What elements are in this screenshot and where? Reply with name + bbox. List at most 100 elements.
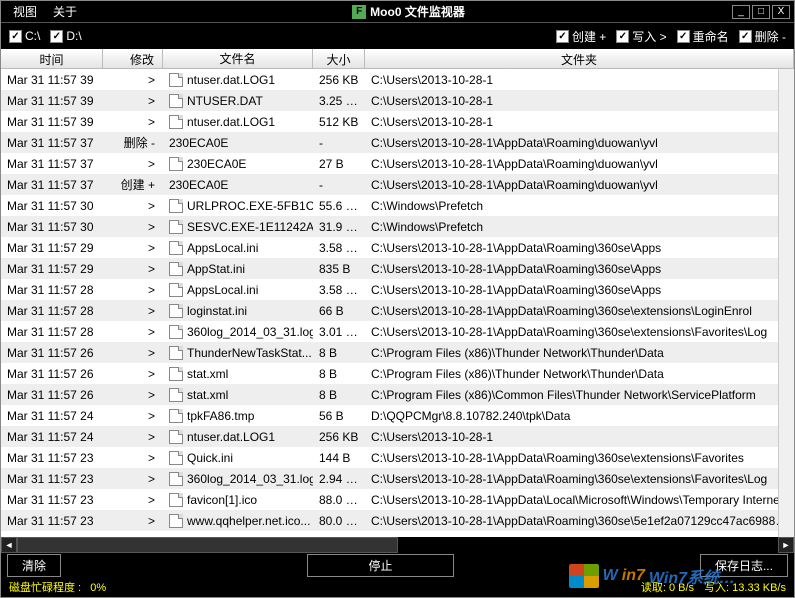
cell-size: 144 B — [313, 449, 365, 467]
file-name: favicon[1].ico — [187, 493, 257, 507]
table-row[interactable]: Mar 31 11:57 26>ThunderNewTaskStat...8 B… — [1, 342, 794, 363]
filter-label: 删除 - — [755, 28, 786, 45]
cell-size: 55.6 KB — [313, 197, 365, 215]
cell-time: Mar 31 11:57 28 — [1, 302, 103, 320]
table-row[interactable]: Mar 31 11:57 39>ntuser.dat.LOG1256 KBC:\… — [1, 69, 794, 90]
file-name: 230ECA0E — [187, 157, 246, 171]
table-row[interactable]: Mar 31 11:57 28>loginstat.ini66 BC:\User… — [1, 300, 794, 321]
table-row[interactable]: Mar 31 11:57 24>ntuser.dat.LOG1256 KBC:\… — [1, 426, 794, 447]
file-icon — [169, 115, 183, 129]
file-name: NTUSER.DAT — [187, 94, 263, 108]
hscroll-track[interactable] — [17, 537, 778, 553]
cell-file: 230ECA0E — [163, 176, 313, 194]
filter-checkbox[interactable]: ✓删除 - — [739, 28, 786, 45]
horizontal-scrollbar[interactable]: ◄ ► — [1, 537, 794, 553]
stop-button[interactable]: 停止 — [307, 554, 453, 577]
cell-folder: C:\Users\2013-10-28-1\AppData\Roaming\36… — [365, 323, 794, 341]
table-row[interactable]: Mar 31 11:57 28>AppsLocal.ini3.58 KBC:\U… — [1, 279, 794, 300]
table-row[interactable]: Mar 31 11:57 37>230ECA0E27 BC:\Users\201… — [1, 153, 794, 174]
cell-mod: > — [103, 512, 163, 530]
cell-file: www.qqhelper.net.ico... — [163, 512, 313, 530]
file-icon — [169, 472, 183, 486]
cell-time: Mar 31 11:57 37 — [1, 134, 103, 152]
cell-time: Mar 31 11:57 23 — [1, 512, 103, 530]
file-icon — [169, 157, 183, 171]
bottom-bar: 清除 停止 保存日志... — [1, 553, 794, 577]
table-row[interactable]: Mar 31 11:57 23>Quick.ini144 BC:\Users\2… — [1, 447, 794, 468]
clear-button[interactable]: 清除 — [7, 554, 61, 577]
table-row[interactable]: Mar 31 11:57 23>www.qqhelper.net.ico...8… — [1, 510, 794, 531]
col-file[interactable]: 文件名 — [163, 49, 313, 68]
filter-label: 重命名 — [693, 28, 729, 45]
drive-checkbox-D[interactable]: ✓D:\ — [50, 29, 81, 43]
window-title: F Moo0 文件监视器 — [85, 3, 732, 20]
table-row[interactable]: Mar 31 11:57 39>ntuser.dat.LOG1512 KBC:\… — [1, 111, 794, 132]
cell-file: ntuser.dat.LOG1 — [163, 113, 313, 131]
drive-checkbox-C[interactable]: ✓C:\ — [9, 29, 40, 43]
col-folder[interactable]: 文件夹 — [365, 49, 794, 68]
table-row[interactable]: Mar 31 11:57 26>stat.xml8 BC:\Program Fi… — [1, 363, 794, 384]
status-bar: 磁盘忙碌程度 : 0% 读取: 0 B/s 写入: 13.33 KB/s — [1, 577, 794, 597]
io-stats: 读取: 0 B/s 写入: 13.33 KB/s — [641, 579, 786, 595]
table-header: 时间 修改 文件名 大小 文件夹 — [1, 49, 794, 69]
file-name: AppStat.ini — [187, 262, 245, 276]
file-name: 360log_2014_03_31.log — [187, 325, 313, 339]
col-mod[interactable]: 修改 — [103, 49, 163, 68]
cell-file: ntuser.dat.LOG1 — [163, 428, 313, 446]
file-name: 230ECA0E — [169, 136, 228, 150]
filter-checkbox[interactable]: ✓写入 > — [616, 28, 666, 45]
hscroll-right[interactable]: ► — [778, 537, 794, 553]
close-button[interactable]: X — [772, 5, 790, 19]
hscroll-thumb[interactable] — [17, 537, 398, 553]
vertical-scrollbar[interactable] — [778, 69, 794, 537]
filter-checkbox[interactable]: ✓重命名 — [677, 28, 729, 45]
menu-about[interactable]: 关于 — [45, 1, 85, 22]
cell-mod: > — [103, 428, 163, 446]
cell-size: 3.01 KB — [313, 323, 365, 341]
drive-label: C:\ — [25, 29, 40, 43]
cell-file: tpkFA86.tmp — [163, 407, 313, 425]
minimize-button[interactable]: _ — [732, 5, 750, 19]
filter-label: 写入 > — [632, 28, 666, 45]
cell-mod: > — [103, 113, 163, 131]
table-row[interactable]: Mar 31 11:57 26>stat.xml8 BC:\Program Fi… — [1, 384, 794, 405]
table-row[interactable]: Mar 31 11:57 37创建 +230ECA0E-C:\Users\201… — [1, 174, 794, 195]
col-size[interactable]: 大小 — [313, 49, 365, 68]
save-log-button[interactable]: 保存日志... — [700, 554, 788, 577]
file-name: ntuser.dat.LOG1 — [187, 115, 275, 129]
col-time[interactable]: 时间 — [1, 49, 103, 68]
titlebar[interactable]: 视图 关于 F Moo0 文件监视器 _ □ X — [1, 1, 794, 23]
cell-file: favicon[1].ico — [163, 491, 313, 509]
table-row[interactable]: Mar 31 11:57 28>360log_2014_03_31.log3.0… — [1, 321, 794, 342]
table-row[interactable]: Mar 31 11:57 23>favicon[1].ico88.0 KBC:\… — [1, 489, 794, 510]
table-row[interactable]: Mar 31 11:57 24>tpkFA86.tmp56 BD:\QQPCMg… — [1, 405, 794, 426]
window-controls: _ □ X — [732, 5, 790, 19]
cell-mod: > — [103, 491, 163, 509]
cell-folder: C:\Users\2013-10-28-1 — [365, 71, 794, 89]
title-text: Moo0 文件监视器 — [370, 3, 465, 20]
file-icon — [169, 283, 183, 297]
cell-time: Mar 31 11:57 39 — [1, 113, 103, 131]
maximize-button[interactable]: □ — [752, 5, 770, 19]
filter-checkbox[interactable]: ✓创建 + — [556, 28, 606, 45]
table-row[interactable]: Mar 31 11:57 30>URLPROC.EXE-5FB1CB...55.… — [1, 195, 794, 216]
menu-view[interactable]: 视图 — [5, 1, 45, 22]
disk-busy-label: 磁盘忙碌程度 : 0% — [9, 579, 106, 595]
table-row[interactable]: Mar 31 11:57 29>AppsLocal.ini3.58 KBC:\U… — [1, 237, 794, 258]
cell-folder: C:\Program Files (x86)\Common Files\Thun… — [365, 386, 794, 404]
cell-size: 66 B — [313, 302, 365, 320]
table-row[interactable]: Mar 31 11:57 37删除 -230ECA0E-C:\Users\201… — [1, 132, 794, 153]
main-window: 视图 关于 F Moo0 文件监视器 _ □ X ✓C:\ ✓D:\ ✓创建 + ✓… — [0, 0, 795, 598]
table-row[interactable]: Mar 31 11:57 30>SESVC.EXE-1E11242A.pf31.… — [1, 216, 794, 237]
hscroll-left[interactable]: ◄ — [1, 537, 17, 553]
cell-folder: C:\Program Files (x86)\Thunder Network\T… — [365, 365, 794, 383]
cell-size: - — [313, 176, 365, 194]
cell-file: AppStat.ini — [163, 260, 313, 278]
app-icon: F — [352, 5, 366, 19]
table-row[interactable]: Mar 31 11:57 39>NTUSER.DAT3.25 MBC:\User… — [1, 90, 794, 111]
table-body: Mar 31 11:57 39>ntuser.dat.LOG1256 KBC:\… — [1, 69, 794, 537]
file-icon — [169, 304, 183, 318]
table-row[interactable]: Mar 31 11:57 29>AppStat.ini835 BC:\Users… — [1, 258, 794, 279]
table-row[interactable]: Mar 31 11:57 23>360log_2014_03_31.log2.9… — [1, 468, 794, 489]
cell-folder: C:\Users\2013-10-28-1 — [365, 428, 794, 446]
